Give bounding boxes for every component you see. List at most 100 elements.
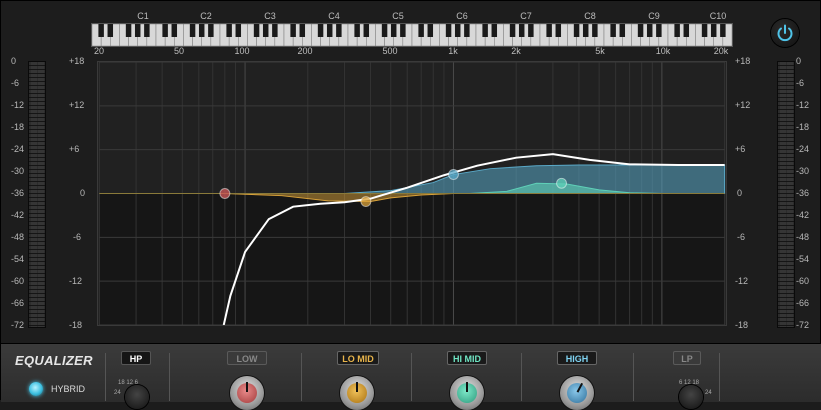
black-key[interactable] — [509, 24, 516, 37]
black-key[interactable] — [363, 24, 370, 37]
black-key[interactable] — [582, 24, 589, 37]
black-key[interactable] — [208, 24, 214, 37]
scale-label: -30 — [796, 166, 810, 176]
black-key[interactable] — [637, 24, 644, 37]
black-key[interactable] — [107, 24, 114, 37]
note-label: C3 — [264, 11, 276, 21]
scale-label: -42 — [796, 210, 810, 220]
black-key[interactable] — [317, 24, 324, 37]
black-key[interactable] — [390, 24, 397, 37]
black-key[interactable] — [656, 24, 662, 37]
black-key[interactable] — [354, 24, 360, 37]
black-key[interactable] — [555, 24, 562, 37]
low-band-knob[interactable] — [230, 376, 264, 410]
gain-label: +12 — [69, 100, 85, 110]
black-key[interactable] — [235, 24, 242, 37]
hybrid-toggle[interactable] — [29, 382, 43, 396]
high-band-button[interactable]: HIGH — [557, 351, 597, 365]
black-key[interactable] — [226, 24, 232, 37]
black-key[interactable] — [454, 24, 461, 37]
black-key[interactable] — [262, 24, 269, 37]
lower-shade — [99, 193, 725, 325]
black-key[interactable] — [573, 24, 580, 37]
power-button[interactable] — [771, 19, 799, 47]
black-key[interactable] — [491, 24, 498, 37]
band-handle-high[interactable] — [556, 177, 567, 189]
scale-label: -42 — [11, 210, 25, 220]
scale-label: -12 — [11, 100, 25, 110]
black-key[interactable] — [710, 24, 717, 37]
freq-label: 20 — [93, 46, 105, 56]
piano-keyboard[interactable] — [91, 23, 733, 47]
scale-label: 0 — [796, 56, 802, 66]
black-key[interactable] — [198, 24, 205, 37]
black-key[interactable] — [162, 24, 168, 37]
scale-label: -6 — [11, 78, 20, 88]
hi-mid-band-knob[interactable] — [450, 376, 484, 410]
band-handle-lomid[interactable] — [360, 196, 372, 207]
gain-label: -18 — [69, 320, 83, 330]
lp-button[interactable]: LP — [673, 351, 701, 365]
black-key[interactable] — [299, 24, 306, 37]
note-label: C4 — [328, 11, 340, 21]
hp-slope-knob[interactable] — [125, 385, 149, 409]
lp-slope-ticks: 24 — [705, 390, 712, 396]
black-key[interactable] — [528, 24, 534, 37]
right-meter-scale: 0 -6 -12 -18 -24 -30 -36 -42 -48 -54 -60… — [796, 56, 821, 331]
black-key[interactable] — [400, 24, 406, 37]
lo-mid-band-button[interactable]: LO MID — [337, 351, 379, 365]
scale-label: -66 — [11, 298, 25, 308]
black-key[interactable] — [518, 24, 525, 37]
black-key[interactable] — [546, 24, 552, 37]
scale-label: -72 — [796, 320, 810, 330]
black-key[interactable] — [610, 24, 616, 37]
black-key[interactable] — [646, 24, 653, 37]
black-key[interactable] — [272, 24, 278, 37]
black-key[interactable] — [418, 24, 424, 37]
black-key[interactable] — [125, 24, 132, 37]
hp-button[interactable]: HP — [121, 351, 151, 365]
scale-label: -24 — [796, 144, 810, 154]
low-band-button[interactable]: LOW — [227, 351, 267, 365]
lo-mid-band-knob[interactable] — [340, 376, 374, 410]
scale-label: -54 — [11, 254, 25, 264]
black-key[interactable] — [592, 24, 598, 37]
high-band-knob[interactable] — [560, 376, 594, 410]
eq-curve-display[interactable] — [97, 61, 727, 326]
band-handle-himid[interactable] — [448, 169, 459, 180]
divider — [411, 353, 412, 401]
scale-label: -6 — [796, 78, 805, 88]
black-key[interactable] — [326, 24, 333, 37]
black-key[interactable] — [445, 24, 452, 37]
black-key[interactable] — [336, 24, 342, 37]
black-key[interactable] — [720, 24, 726, 37]
gain-label: -6 — [737, 232, 746, 242]
scale-label: -18 — [11, 122, 25, 132]
black-key[interactable] — [674, 24, 680, 37]
black-key[interactable] — [144, 24, 150, 37]
panel-title: EQUALIZER — [15, 353, 93, 368]
hi-mid-band-button[interactable]: HI MID — [447, 351, 487, 365]
band-handle-low[interactable] — [219, 188, 231, 199]
hp-slope-ticks: 24 — [114, 390, 121, 396]
black-key[interactable] — [701, 24, 708, 37]
scale-label: -48 — [11, 232, 25, 242]
black-key[interactable] — [98, 24, 104, 37]
black-key[interactable] — [683, 24, 690, 37]
black-key[interactable] — [619, 24, 626, 37]
black-key[interactable] — [381, 24, 388, 37]
black-key[interactable] — [464, 24, 470, 37]
note-label: C5 — [392, 11, 404, 21]
black-key[interactable] — [134, 24, 141, 37]
black-key[interactable] — [482, 24, 488, 37]
scale-label: -36 — [11, 188, 25, 198]
black-key[interactable] — [253, 24, 260, 37]
gain-label: -18 — [735, 320, 749, 330]
lp-slope-knob[interactable] — [679, 385, 703, 409]
black-key[interactable] — [290, 24, 296, 37]
black-key[interactable] — [189, 24, 196, 37]
freq-label: 200 — [297, 46, 313, 56]
black-key[interactable] — [171, 24, 178, 37]
black-key[interactable] — [427, 24, 434, 37]
gain-label: 0 — [737, 188, 743, 198]
